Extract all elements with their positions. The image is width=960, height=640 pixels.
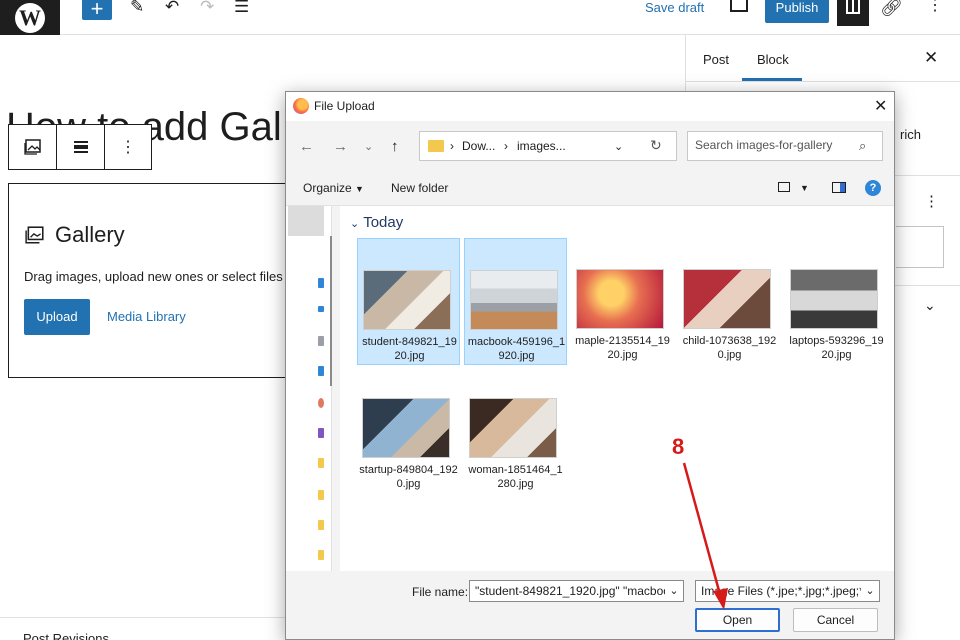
- annotation-arrow: [682, 462, 728, 610]
- screen: W + ✎ ↶ ↷ ☰ Save draft Publish 🔗︎ ⋮ How …: [0, 0, 960, 640]
